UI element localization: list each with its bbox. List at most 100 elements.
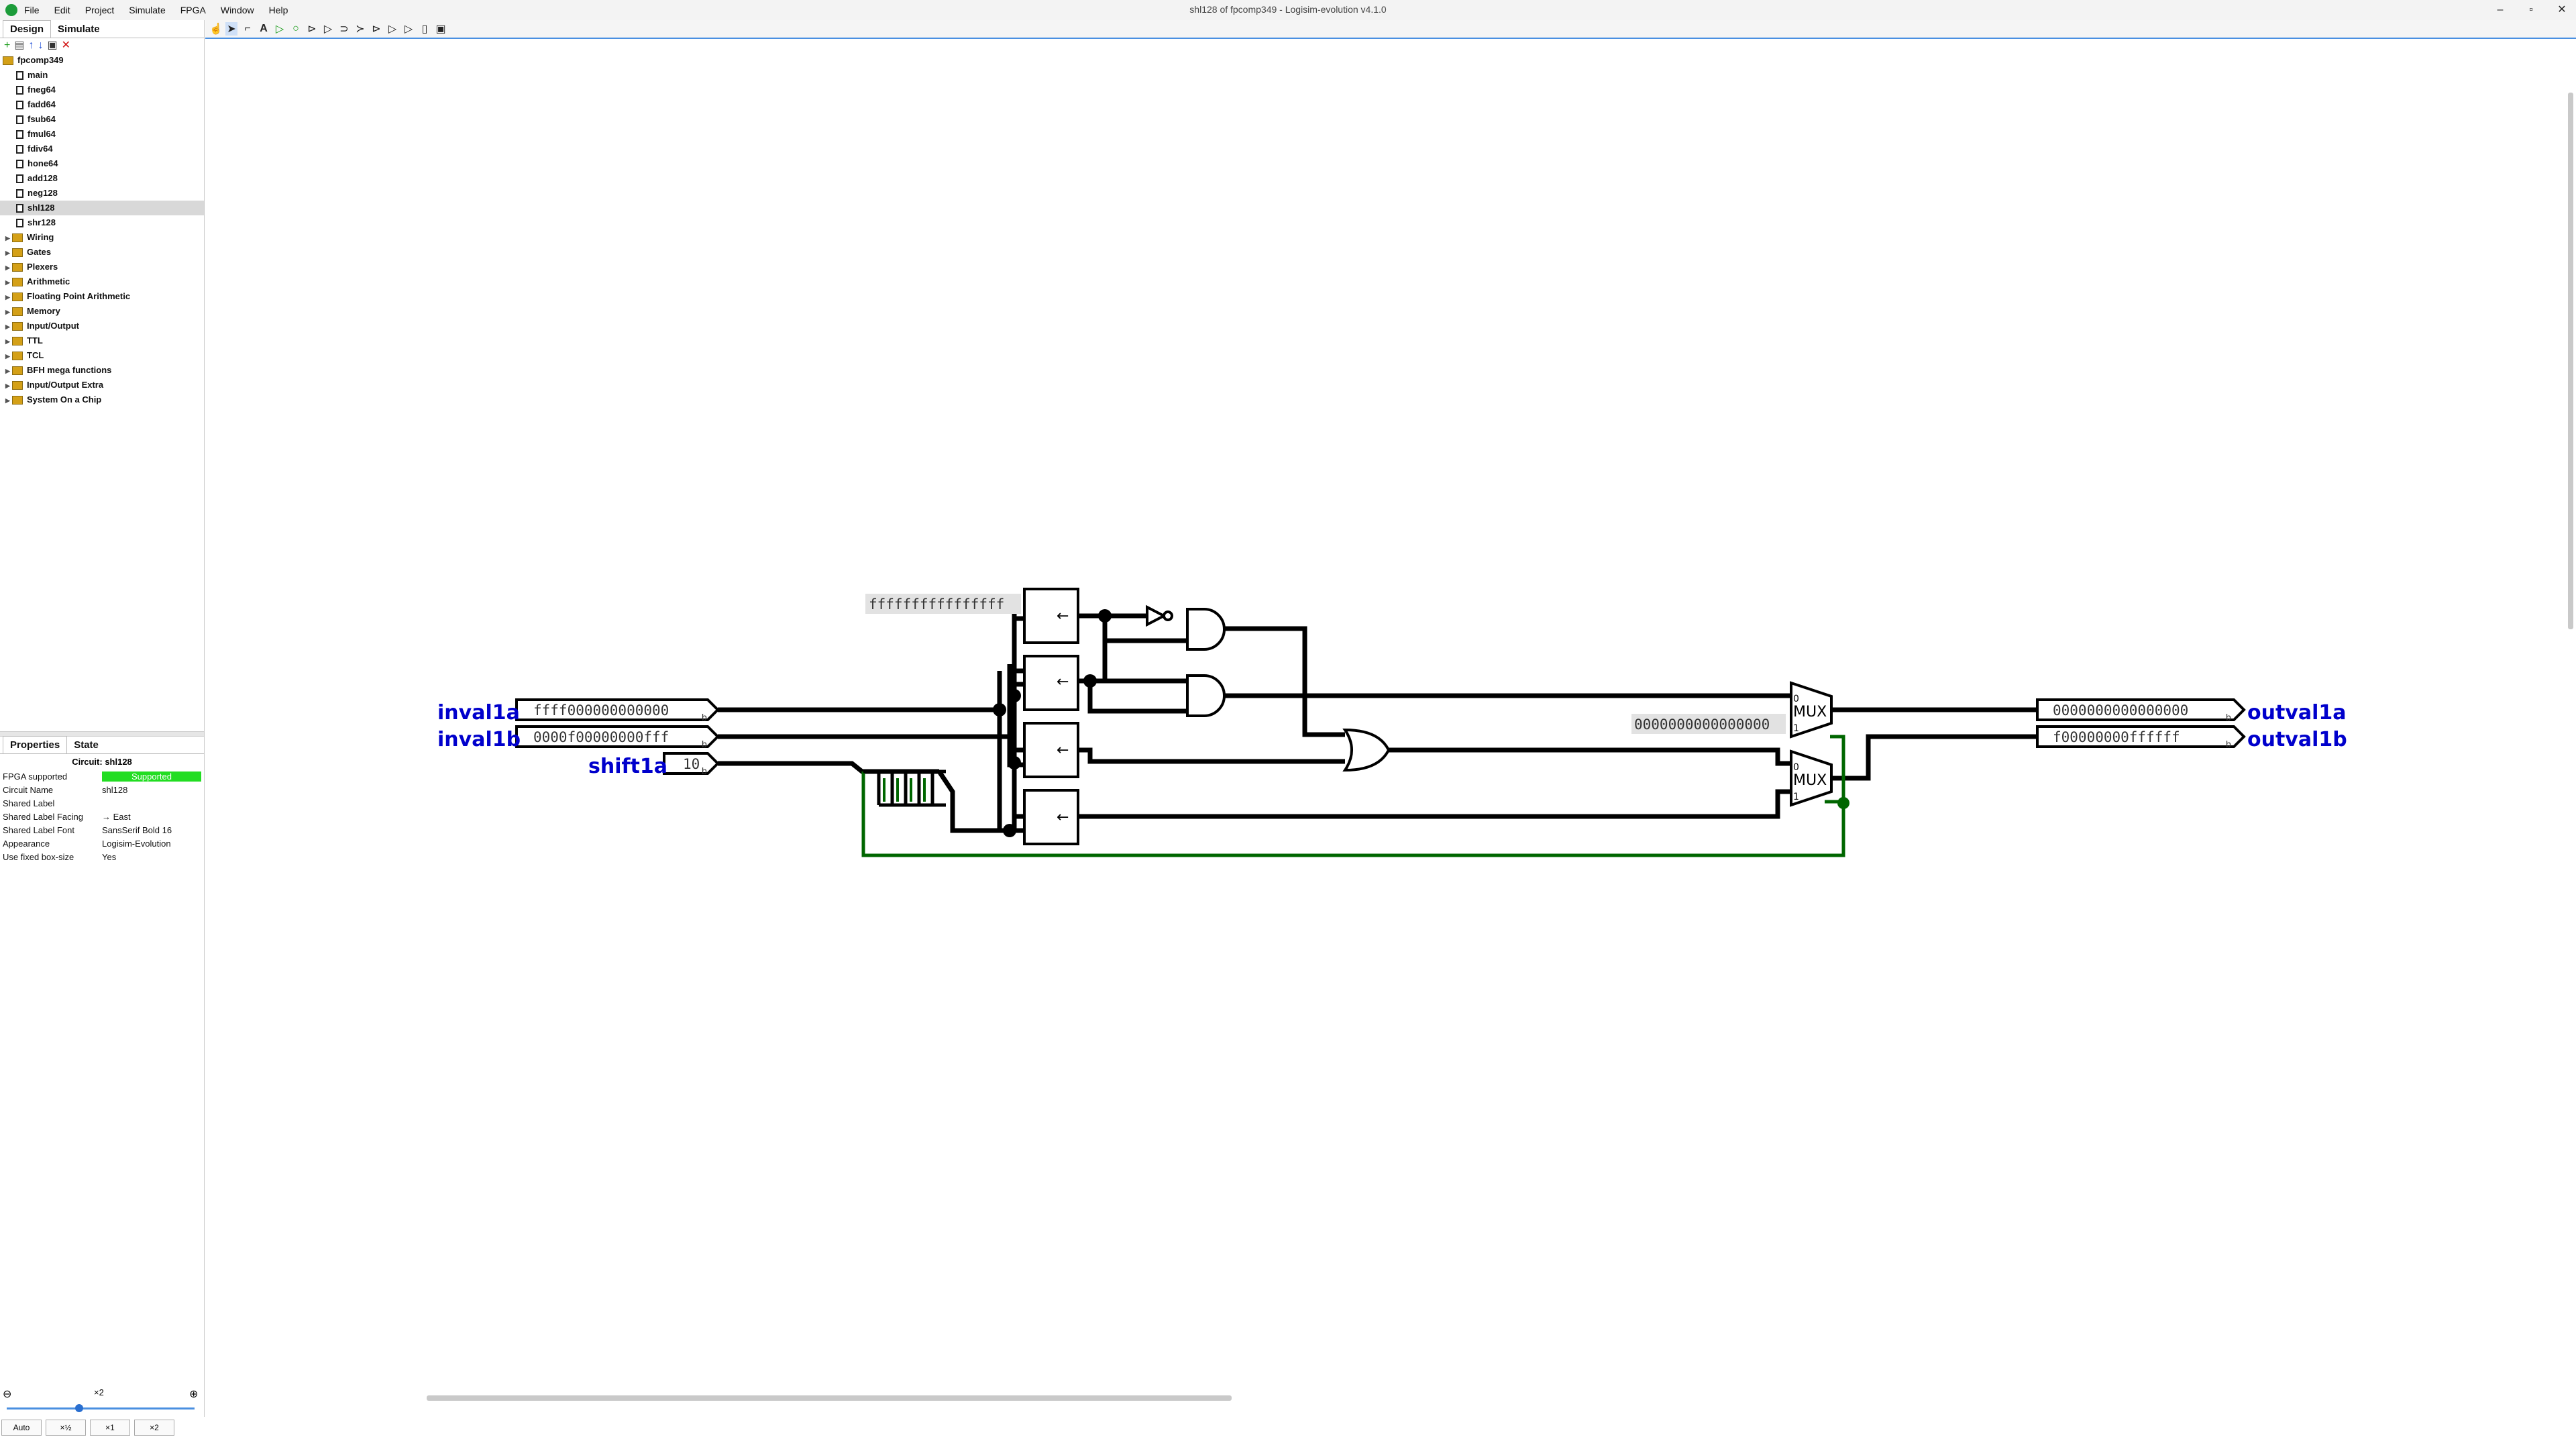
- prop-value-label-facing[interactable]: → East: [102, 812, 204, 822]
- edit-appearance-icon[interactable]: ▣: [47, 40, 57, 51]
- junction-dot: [1008, 756, 1021, 769]
- zoom-out-icon[interactable]: ⊖: [3, 1387, 11, 1401]
- tree-project[interactable]: fpcomp349: [0, 53, 204, 68]
- prop-value-label-font[interactable]: SansSerif Bold 16: [102, 825, 204, 835]
- tree-circuit-fdiv64[interactable]: fdiv64: [0, 142, 204, 156]
- text-tool-icon[interactable]: A: [258, 23, 270, 35]
- expand-arrow-icon[interactable]: ▶: [5, 349, 12, 364]
- zoom-2x-button[interactable]: ×2: [134, 1420, 174, 1436]
- expand-arrow-icon[interactable]: ▶: [5, 275, 12, 290]
- menu-simulate[interactable]: Simulate: [129, 5, 165, 15]
- library-folder-icon: [12, 381, 23, 390]
- expand-arrow-icon[interactable]: ▶: [5, 393, 12, 408]
- circuit-drawing[interactable]: ffffffffffffffff ← ← ← ← 000000000000000…: [205, 39, 2576, 1403]
- inval1a-bit-mark: b: [702, 712, 707, 723]
- select-tool-icon[interactable]: ➤: [225, 22, 237, 36]
- zoom-auto-button[interactable]: Auto: [1, 1420, 42, 1436]
- expand-arrow-icon[interactable]: ▶: [5, 231, 12, 246]
- vertical-scrollbar[interactable]: [2568, 93, 2573, 629]
- zoom-slider-track[interactable]: [7, 1407, 195, 1409]
- tree-lib-soc[interactable]: ▶ System On a Chip: [0, 392, 204, 407]
- or-gate-icon[interactable]: ≻: [354, 22, 366, 36]
- not-gate-icon[interactable]: ▷: [322, 22, 334, 36]
- tree-lib-io-extra[interactable]: ▶ Input/Output Extra: [0, 378, 204, 392]
- output-pin-icon[interactable]: ○: [290, 23, 302, 35]
- xor-gate-icon[interactable]: ⊳: [370, 22, 382, 36]
- tab-state[interactable]: State: [67, 737, 105, 753]
- mux-1-label: MUX: [1793, 704, 1827, 721]
- zoom-level-label: ×2: [94, 1387, 104, 1397]
- move-down-icon[interactable]: ↓: [38, 40, 43, 51]
- expand-arrow-icon[interactable]: ▶: [5, 246, 12, 260]
- tree-lib-io[interactable]: ▶ Input/Output: [0, 319, 204, 333]
- prop-value-appearance[interactable]: Logisim-Evolution: [102, 839, 204, 849]
- buffer-gate-icon[interactable]: ⊳: [306, 22, 318, 36]
- tree-lib-bfh[interactable]: ▶ BFH mega functions: [0, 363, 204, 378]
- tree-circuit-add128[interactable]: add128: [0, 171, 204, 186]
- load-library-icon[interactable]: ▤: [14, 40, 24, 51]
- tree-lib-ttl[interactable]: ▶ TTL: [0, 333, 204, 348]
- menu-file[interactable]: File: [24, 5, 40, 15]
- expand-arrow-icon[interactable]: ▶: [5, 364, 12, 378]
- expand-arrow-icon[interactable]: ▶: [5, 260, 12, 275]
- add-circuit-icon[interactable]: +: [4, 40, 10, 51]
- tree-circuit-shl128[interactable]: shl128: [0, 201, 204, 215]
- zoom-1x-button[interactable]: ×1: [90, 1420, 130, 1436]
- circuit-canvas[interactable]: ffffffffffffffff ← ← ← ← 000000000000000…: [205, 39, 2576, 1403]
- tab-properties[interactable]: Properties: [3, 736, 68, 753]
- tab-simulate[interactable]: Simulate: [51, 21, 107, 38]
- expand-arrow-icon[interactable]: ▶: [5, 305, 12, 319]
- menu-fpga[interactable]: FPGA: [180, 5, 206, 15]
- appearance-view-icon[interactable]: ▣: [435, 22, 447, 36]
- tree-lib-fp-arithmetic[interactable]: ▶ Floating Point Arithmetic: [0, 289, 204, 304]
- close-button[interactable]: ✕: [2545, 1, 2576, 19]
- and-gate-icon[interactable]: ⊃: [338, 22, 350, 36]
- nor-gate-icon[interactable]: ▷: [402, 22, 415, 36]
- tree-item-label: TCL: [27, 350, 44, 360]
- nand-gate-icon[interactable]: ▷: [386, 22, 398, 36]
- tree-circuit-fadd64[interactable]: fadd64: [0, 97, 204, 112]
- tree-circuit-fneg64[interactable]: fneg64: [0, 83, 204, 97]
- layout-view-icon[interactable]: ▯: [419, 22, 431, 36]
- menu-window[interactable]: Window: [221, 5, 254, 15]
- tree-circuit-neg128[interactable]: neg128: [0, 186, 204, 201]
- library-folder-icon: [12, 322, 23, 331]
- tree-circuit-fmul64[interactable]: fmul64: [0, 127, 204, 142]
- poke-tool-icon[interactable]: ☝: [209, 22, 223, 36]
- input-pin-icon[interactable]: ▷: [274, 22, 286, 36]
- expand-arrow-icon[interactable]: ▶: [5, 319, 12, 334]
- tree-lib-plexers[interactable]: ▶ Plexers: [0, 260, 204, 274]
- prop-value-circuit-name[interactable]: shl128: [102, 785, 204, 795]
- library-folder-icon: [12, 366, 23, 376]
- menu-edit[interactable]: Edit: [54, 5, 70, 15]
- zoom-slider-thumb[interactable]: [75, 1404, 83, 1412]
- project-tree: fpcomp349 main fneg64 fadd64 fsub64 fmul…: [0, 53, 204, 407]
- horizontal-scrollbar[interactable]: [427, 1395, 1232, 1401]
- tree-lib-memory[interactable]: ▶ Memory: [0, 304, 204, 319]
- zoom-in-icon[interactable]: ⊕: [189, 1387, 198, 1401]
- wire-tool-icon[interactable]: ⌐: [241, 23, 254, 35]
- delete-circuit-icon[interactable]: ✕: [62, 40, 70, 51]
- tree-lib-wiring[interactable]: ▶ Wiring: [0, 230, 204, 245]
- tree-lib-arithmetic[interactable]: ▶ Arithmetic: [0, 274, 204, 289]
- minimize-button[interactable]: –: [2483, 1, 2517, 19]
- circuit-icon: [16, 130, 23, 140]
- prop-key: Use fixed box-size: [3, 851, 74, 862]
- tab-design[interactable]: Design: [3, 20, 52, 38]
- menu-project[interactable]: Project: [85, 5, 115, 15]
- prop-value-fixed-box[interactable]: Yes: [102, 852, 204, 862]
- tree-circuit-main[interactable]: main: [0, 68, 204, 83]
- expand-arrow-icon[interactable]: ▶: [5, 334, 12, 349]
- tree-circuit-hone64[interactable]: hone64: [0, 156, 204, 171]
- prop-row-shared-label: Shared Label: [0, 796, 204, 810]
- tree-circuit-fsub64[interactable]: fsub64: [0, 112, 204, 127]
- tree-lib-tcl[interactable]: ▶ TCL: [0, 348, 204, 363]
- maximize-button[interactable]: ▫: [2514, 1, 2548, 19]
- menu-help[interactable]: Help: [269, 5, 288, 15]
- zoom-half-button[interactable]: ×½: [46, 1420, 86, 1436]
- tree-circuit-shr128[interactable]: shr128: [0, 215, 204, 230]
- move-up-icon[interactable]: ↑: [28, 40, 34, 51]
- expand-arrow-icon[interactable]: ▶: [5, 378, 12, 393]
- tree-lib-gates[interactable]: ▶ Gates: [0, 245, 204, 260]
- expand-arrow-icon[interactable]: ▶: [5, 290, 12, 305]
